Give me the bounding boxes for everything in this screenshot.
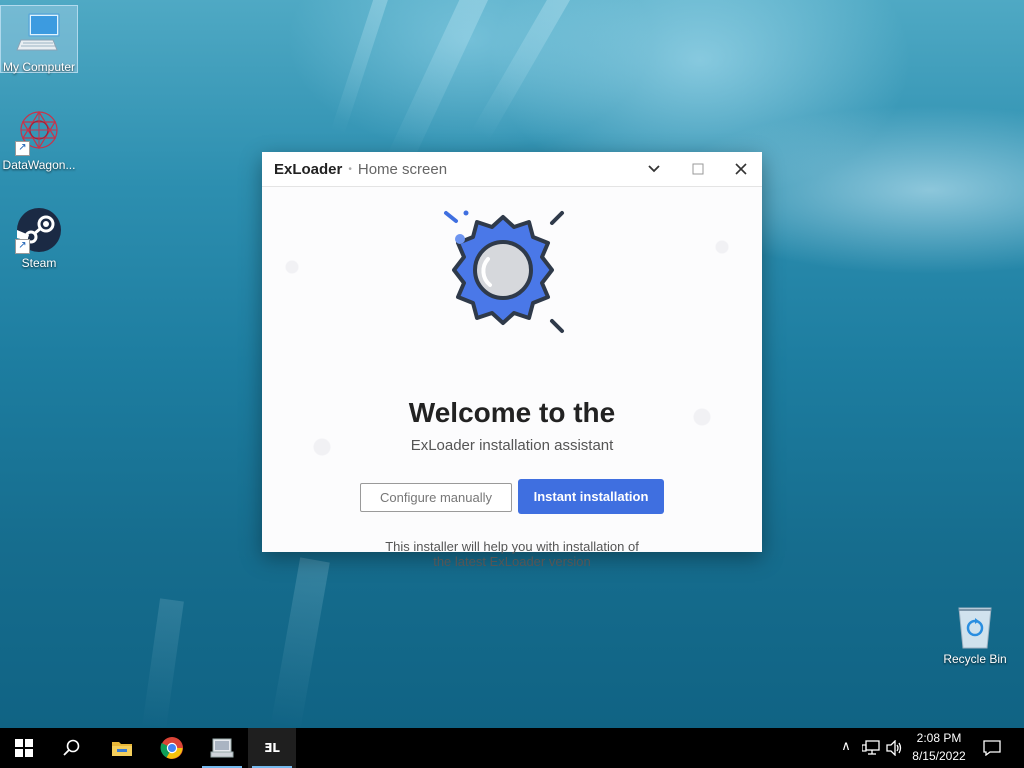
- windows-icon: [15, 739, 33, 757]
- instant-installation-button[interactable]: Instant installation: [518, 479, 664, 514]
- exloader-icon: ƎL: [264, 741, 280, 755]
- close-button[interactable]: [721, 152, 761, 186]
- network-icon: [862, 740, 880, 755]
- notification-icon: [983, 740, 1001, 756]
- desktop: My Computer ↗ DataWagon... ↗ Steam Recyc…: [0, 0, 1024, 728]
- desktop-icon-label: DataWagon...: [2, 158, 76, 172]
- welcome-title: Welcome to the: [408, 397, 616, 428]
- desktop-icon-datawagon[interactable]: ↗ DataWagon...: [1, 104, 77, 172]
- window-content: Welcome to the ExLoader installation ass…: [262, 187, 762, 569]
- computer-icon: [15, 10, 63, 58]
- network-button[interactable]: [858, 728, 884, 768]
- chrome-button[interactable]: [148, 728, 196, 768]
- exloader-window: ExLoader • Home screen Welcome to the Ex…: [262, 152, 762, 569]
- dropdown-button[interactable]: [634, 152, 674, 186]
- start-button[interactable]: [0, 728, 48, 768]
- exloader-logo-icon: [444, 210, 564, 333]
- clock-time[interactable]: 2:08 PM: [906, 731, 972, 745]
- light-ray: [142, 598, 184, 728]
- desktop-icon-recycle-bin[interactable]: Recycle Bin: [937, 598, 1013, 666]
- clock-date[interactable]: 8/15/2022: [906, 749, 972, 763]
- desktop-icon-my-computer[interactable]: My Computer: [0, 5, 78, 74]
- installer-info-line-2: the latest ExLoader version: [433, 554, 591, 569]
- shortcut-arrow-icon: ↗: [15, 141, 30, 156]
- folder-icon: [112, 742, 132, 756]
- desktop-icon-label: My Computer: [2, 60, 76, 74]
- steam-icon: ↗: [15, 206, 63, 254]
- show-hidden-icons-button[interactable]: ∧: [838, 738, 854, 754]
- speaker-icon: [886, 740, 902, 756]
- volume-button[interactable]: [882, 728, 908, 768]
- shortcut-arrow-icon: ↗: [15, 239, 30, 254]
- recycle-bin-icon: [951, 602, 999, 650]
- installer-info: This installer will help you with instal…: [262, 539, 762, 569]
- datawagon-icon: ↗: [15, 108, 63, 156]
- action-center-button[interactable]: [978, 728, 1006, 768]
- light-ray: [386, 0, 495, 167]
- exloader-taskbar-button[interactable]: ƎL: [248, 728, 296, 768]
- light-ray: [471, 0, 579, 141]
- file-explorer-button[interactable]: [98, 728, 146, 768]
- window-titlebar[interactable]: ExLoader • Home screen: [262, 152, 762, 187]
- chrome-icon: [160, 737, 183, 759]
- welcome-subtitle: ExLoader installation assistant: [410, 437, 614, 454]
- taskbar: ƎL ∧ 2:08 PM 8/15/2022: [0, 728, 1024, 768]
- screen-name: Home screen: [357, 160, 448, 178]
- close-icon: [735, 163, 747, 175]
- search-icon: [63, 739, 80, 756]
- title-separator: •: [348, 163, 352, 175]
- app-name: ExLoader: [274, 160, 343, 178]
- maximize-icon: [692, 163, 704, 175]
- desktop-icon-label: Steam: [21, 256, 57, 270]
- installer-info-line-1: This installer will help you with instal…: [385, 539, 639, 554]
- configure-manually-button[interactable]: Configure manually: [360, 483, 512, 512]
- light-ray: [330, 0, 394, 135]
- search-button[interactable]: [48, 728, 96, 768]
- light-ray: [270, 557, 330, 728]
- chevron-down-icon: [648, 165, 660, 173]
- desktop-icon-steam[interactable]: ↗ Steam: [1, 202, 77, 270]
- desktop-icon-label: Recycle Bin: [943, 652, 1007, 666]
- app-window-button[interactable]: [198, 728, 246, 768]
- app-icon: [210, 738, 234, 758]
- maximize-button[interactable]: [678, 152, 718, 186]
